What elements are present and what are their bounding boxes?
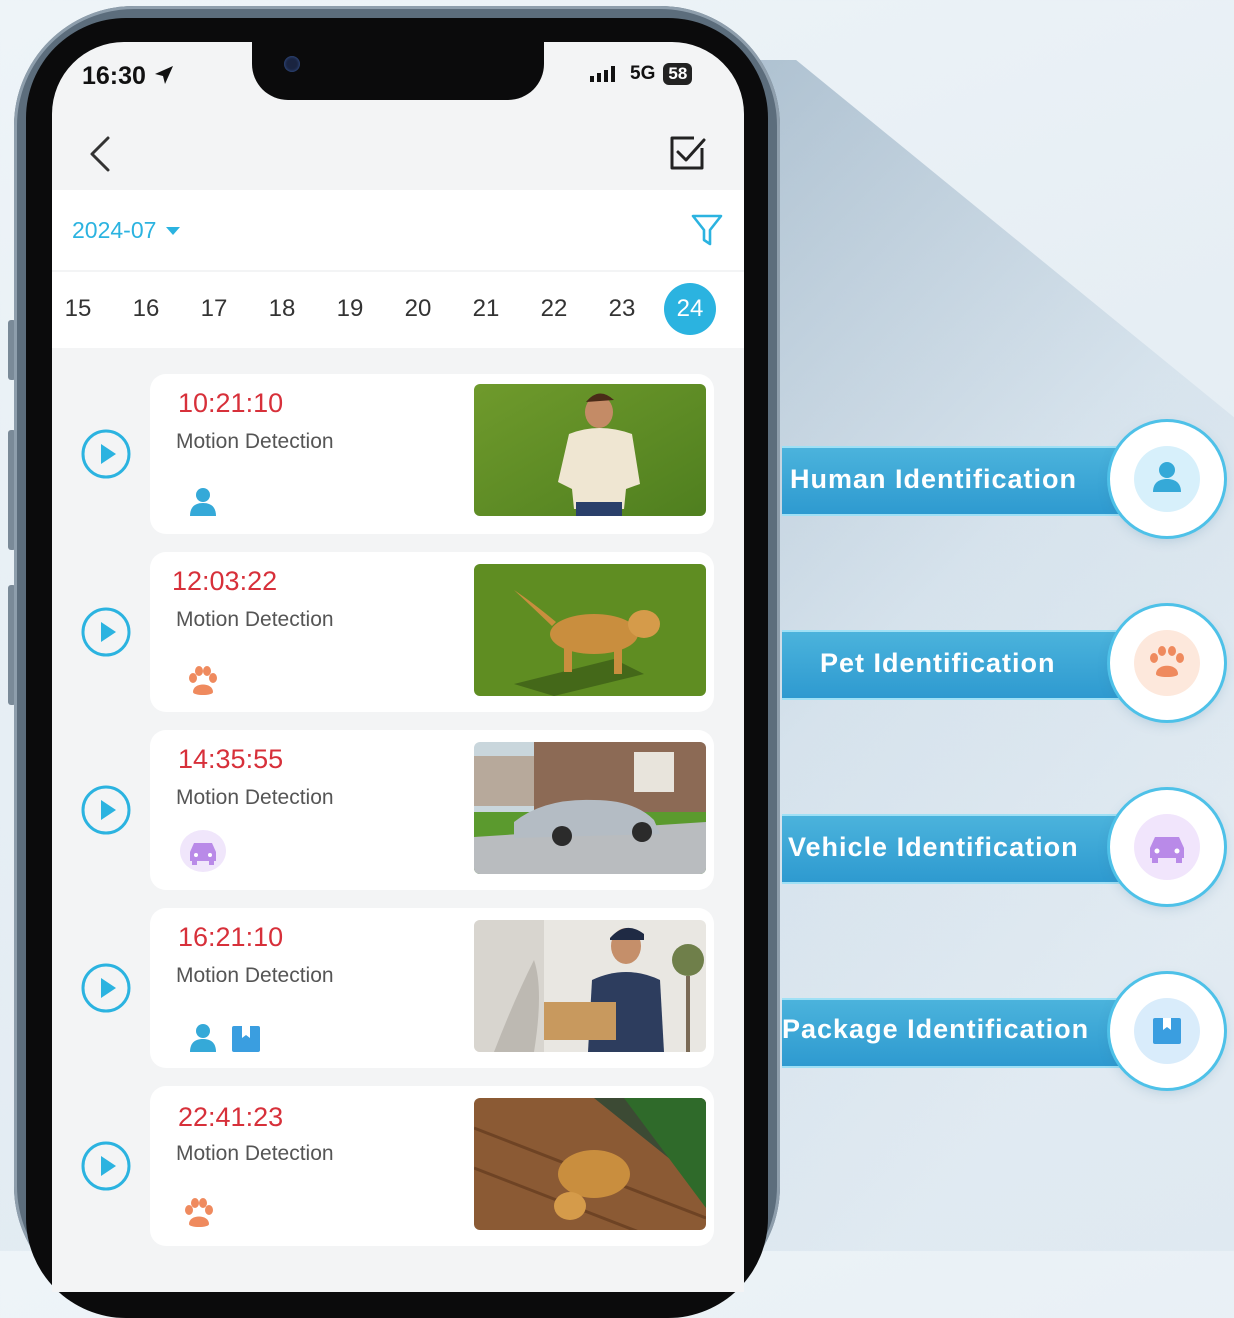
car-icon [1150,837,1184,863]
day-item[interactable]: 18 [260,292,304,326]
day-item[interactable]: 22 [532,292,576,326]
day-item[interactable]: 17 [192,292,236,326]
event-thumbnail[interactable] [474,1098,706,1230]
event-thumbnail[interactable] [474,742,706,874]
dog-on-lawn-image [474,564,706,696]
event-label: Motion Detection [176,964,334,987]
package-icon [232,1026,260,1052]
person-icon [1153,462,1181,492]
dog-on-deck-image [474,1098,706,1230]
event-time: 12:03:22 [172,566,278,596]
location-arrow-icon [154,66,173,84]
battery-badge: 58 [663,63,693,85]
callout-vehicle-badge [1110,790,1224,904]
day-item[interactable]: 16 [124,292,168,326]
play-icon[interactable] [80,784,132,836]
callout-human-icon-bg [1134,446,1200,512]
person-icon [190,488,216,516]
play-icon[interactable] [80,962,132,1014]
day-item[interactable]: 20 [396,292,440,326]
callout-package-icon-bg [1134,998,1200,1064]
delivery-man-image [474,920,706,1052]
month-label: 2024-07 [72,217,157,243]
package-icon [1153,1018,1181,1044]
callout-pet-icon-bg [1134,630,1200,696]
callout-pet-label: Pet Identification [820,648,1056,678]
event-time: 22:41:23 [178,1102,284,1132]
day-item[interactable]: 21 [464,292,508,326]
callout-package-badge [1110,974,1224,1088]
day-item[interactable]: 23 [600,292,644,326]
status-time: 16:30 [82,62,175,91]
front-camera [284,56,300,72]
car-icon [190,843,216,865]
play-icon[interactable] [80,1140,132,1192]
event-label: Motion Detection [176,430,334,453]
network-label: 5G [630,63,656,84]
event-label: Motion Detection [176,786,334,809]
back-chevron-icon[interactable] [82,132,122,176]
callout-vehicle-label: Vehicle Identification [788,832,1079,862]
man-on-lawn-image [474,384,706,516]
play-icon[interactable] [80,428,132,480]
event-thumbnail[interactable] [474,920,706,1052]
signal-icon [590,66,615,82]
paw-icon [1150,646,1184,677]
event-thumbnail[interactable] [474,564,706,696]
callout-vehicle-icon-bg [1134,814,1200,880]
filter-icon[interactable] [690,212,724,248]
event-label: Motion Detection [176,1142,334,1165]
callout-human-badge [1110,422,1224,536]
day-item[interactable]: 15 [56,292,100,326]
paw-icon [185,1198,213,1227]
status-indicators: 5G 58 [588,63,693,85]
day-item-selected[interactable]: 24 [664,283,716,335]
day-item[interactable]: 19 [328,292,372,326]
event-time: 10:21:10 [178,388,284,418]
event-time: 14:35:55 [178,744,284,774]
callout-pet-badge [1110,606,1224,720]
month-selector[interactable]: 2024-07 [72,217,182,244]
event-thumbnail[interactable] [474,384,706,516]
event-label: Motion Detection [176,608,334,631]
car-in-driveway-image [474,742,706,874]
caret-down-icon [166,226,181,235]
play-icon[interactable] [80,606,132,658]
callout-package-label: Package Identification [782,1014,1090,1044]
paw-icon [189,666,217,695]
select-checkbox-icon[interactable] [668,134,708,174]
event-time: 16:21:10 [178,922,284,952]
person-icon [190,1024,216,1052]
car-icon-badge [180,830,226,872]
callout-human-label: Human Identification [790,464,1078,494]
